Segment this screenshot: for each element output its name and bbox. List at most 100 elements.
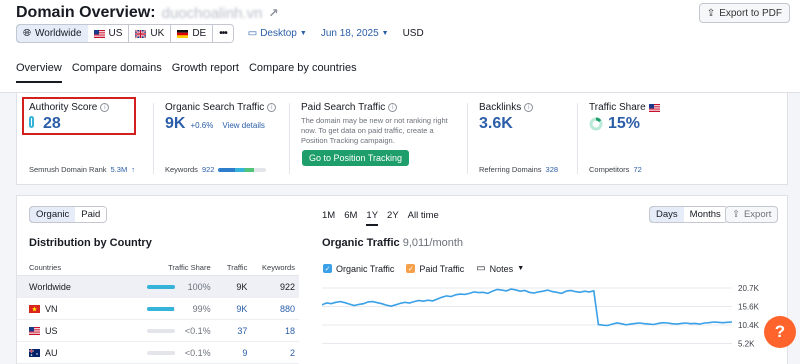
paid-label-text: Paid Search Traffic (301, 102, 386, 113)
notes-label: Notes (489, 263, 514, 274)
share-value: <0.1% (184, 325, 211, 336)
uk-flag-icon (135, 29, 147, 38)
y-tick-label: 20.7K (738, 284, 760, 293)
device-dropdown[interactable]: ▭ Desktop ▼ (248, 28, 307, 39)
tab-overview[interactable]: Overview (16, 62, 62, 83)
country-cell: AU (29, 348, 128, 358)
referring-domains-value[interactable]: 328 (546, 165, 559, 174)
desktop-icon: ▭ (247, 28, 258, 39)
granularity-days[interactable]: Days (649, 207, 685, 222)
organic-value-text[interactable]: 9K (165, 115, 185, 133)
globe-icon: 🌐︎ (23, 28, 31, 39)
export-button[interactable]: ⇪ Export (725, 206, 779, 223)
us-flag-icon (29, 326, 40, 335)
toggle-paid[interactable]: Paid (75, 207, 107, 222)
tab-compare-domains[interactable]: Compare domains (72, 62, 162, 83)
organic-label-text: Organic Search Traffic (165, 102, 265, 113)
info-icon[interactable]: i (100, 103, 110, 112)
more-icon: ••• (219, 28, 227, 39)
range-1m[interactable]: 1M (322, 210, 335, 226)
db-de[interactable]: DE (171, 25, 214, 42)
db-worldwide[interactable]: 🌐︎ Worldwide (16, 25, 89, 42)
vn-flag-icon (29, 304, 40, 313)
chevron-down-icon: ▼ (381, 30, 389, 37)
y-tick-label: 5.2K (738, 340, 755, 349)
keywords-value[interactable]: 880 (247, 304, 295, 314)
organic-traffic-chart[interactable]: 20.7K 15.6K 10.4K 5.2K (322, 282, 770, 364)
organic-paid-toggle: Organic Paid (29, 206, 108, 223)
authority-label-text: Authority Score (29, 102, 98, 113)
legend-organic-traffic[interactable]: ✓ Organic Traffic (323, 264, 394, 274)
db-uk[interactable]: UK (129, 25, 172, 42)
keywords-value[interactable]: 18 (247, 326, 295, 336)
help-button[interactable]: ? (764, 316, 796, 348)
table-row[interactable]: Worldwide 100% 9K 922 (17, 276, 299, 298)
tab-growth-report[interactable]: Growth report (172, 62, 239, 83)
page-title: Domain Overview: duochoalinh.vn ↗ (16, 4, 279, 22)
traffic-value[interactable]: 9K (211, 304, 247, 314)
top-header: Domain Overview: duochoalinh.vn ↗ ⇪ Expo… (0, 0, 800, 93)
country-table: Countries Traffic Share Traffic Keywords… (17, 260, 299, 364)
more-databases-button[interactable]: ••• (213, 25, 233, 42)
chart-subtitle: 9,011/month (402, 237, 464, 249)
table-row[interactable]: US <0.1% 37 18 (17, 320, 299, 342)
range-1y[interactable]: 1Y (366, 210, 379, 226)
backlinks-label-text: Backlinks (479, 102, 522, 113)
chart-title-text: Organic Traffic (322, 237, 400, 249)
table-row[interactable]: VN 99% 9K 880 (17, 298, 299, 320)
keywords-value[interactable]: 2 (247, 348, 295, 358)
page-title-text: Domain Overview: (16, 4, 156, 21)
toggle-organic[interactable]: Organic (30, 207, 77, 222)
date-dropdown[interactable]: Jun 18, 2025 ▼ (321, 28, 389, 39)
referring-domains-label: Referring Domains (479, 165, 542, 174)
traffic-value[interactable]: 37 (211, 326, 247, 336)
traffic-value[interactable]: 9 (211, 348, 247, 358)
external-link-icon[interactable]: ↗ (269, 6, 279, 20)
info-icon[interactable]: i (267, 103, 277, 112)
domain-rank-value[interactable]: 5.3M (111, 165, 128, 174)
help-question-icon: ? (774, 322, 786, 341)
view-details-link[interactable]: View details (222, 121, 265, 130)
range-all-time[interactable]: All time (408, 210, 439, 226)
keywords-value[interactable]: 922 (202, 165, 215, 174)
competitors-value[interactable]: 72 (633, 165, 641, 174)
legend-paid-traffic[interactable]: ✓ Paid Traffic (406, 264, 464, 274)
export-icon: ⇪ (706, 7, 716, 19)
share-cell: 99% (128, 304, 211, 314)
authority-value-text: 28 (43, 115, 61, 132)
notes-dropdown[interactable]: ▭ Notes ▼ (476, 263, 524, 274)
traffic-share-label-text: Traffic Share (589, 102, 646, 113)
database-selector: 🌐︎ Worldwide US UK DE ••• (16, 24, 234, 43)
notes-icon: ▭ (476, 263, 486, 274)
db-us[interactable]: US (87, 25, 130, 42)
export-pdf-label: Export to PDF (719, 7, 782, 19)
db-us-label: US (108, 28, 123, 39)
chart-legend: ✓ Organic Traffic ✓ Paid Traffic ▭ Notes… (323, 263, 524, 274)
traffic-share-value-text: 15% (608, 115, 641, 132)
us-flag-icon (648, 103, 660, 112)
device-label: Desktop (260, 28, 297, 39)
domain-rank-label: Semrush Domain Rank (29, 165, 107, 174)
referring-domains-footer: Referring Domains 328 (479, 165, 558, 174)
range-6m[interactable]: 6M (344, 210, 357, 226)
organic-delta: +0.6% (190, 121, 214, 130)
position-tracking-button[interactable]: Go to Position Tracking (302, 150, 410, 166)
table-row[interactable]: AU <0.1% 9 2 (17, 342, 299, 364)
country-name: US (45, 325, 58, 336)
export-pdf-button[interactable]: ⇪ Export to PDF (698, 3, 790, 23)
organic-traffic-label: Organic Search Traffic i (165, 102, 277, 113)
backlinks-value[interactable]: 3.6K (479, 115, 513, 133)
tab-compare-by-countries[interactable]: Compare by countries (249, 62, 357, 83)
backlinks-value-text: 3.6K (479, 115, 513, 132)
currency-label: USD (403, 28, 424, 39)
info-icon[interactable]: i (388, 103, 398, 112)
country-name: VN (45, 303, 58, 314)
col-traffic-share: Traffic Share (168, 263, 211, 272)
range-2y[interactable]: 2Y (387, 210, 399, 226)
info-icon[interactable]: i (524, 103, 534, 112)
traffic-share-value[interactable]: 15% (589, 115, 640, 133)
traffic-panel: Organic Paid Distribution by Country Cou… (16, 195, 788, 364)
organic-traffic-chart-title: Organic Traffic 9,011/month (322, 237, 463, 249)
authority-score-value[interactable]: 28 (29, 115, 61, 133)
granularity-months[interactable]: Months (683, 207, 727, 222)
